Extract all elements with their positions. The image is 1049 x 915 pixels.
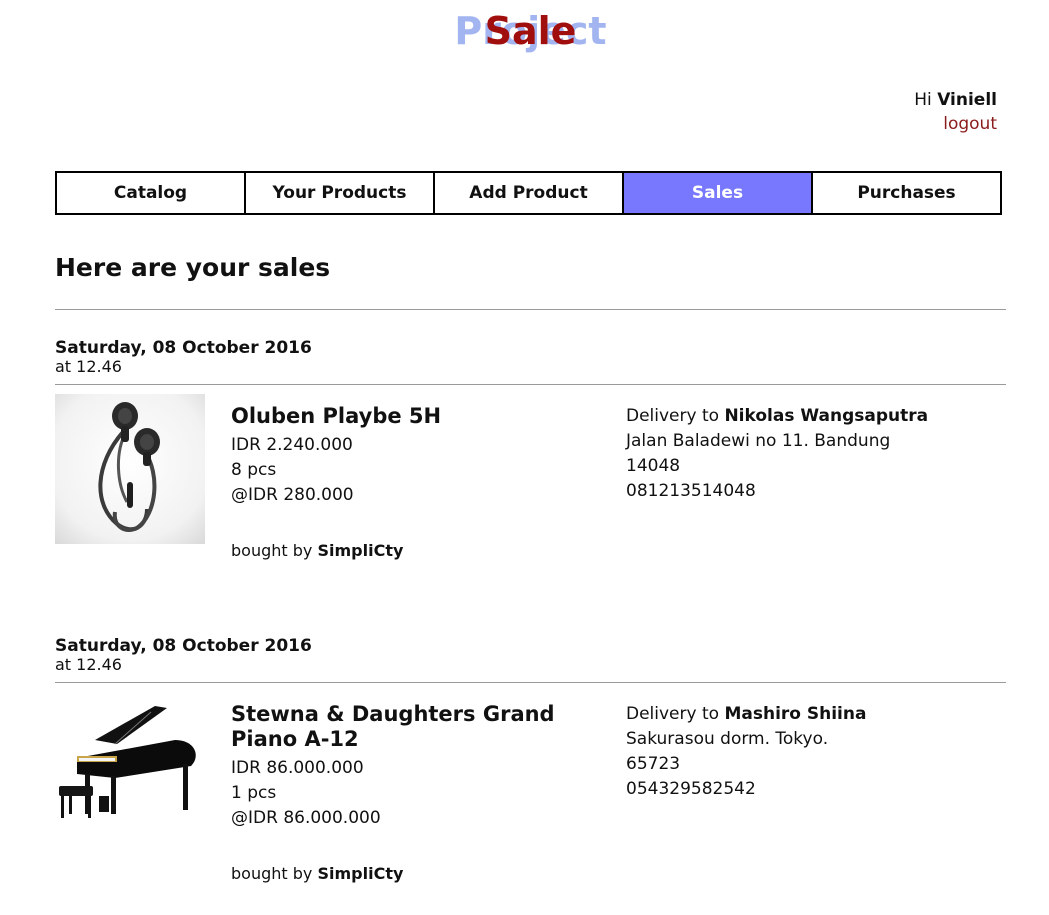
- sale-entry: Saturday, 08 October 2016 at 12.46 Stewn…: [55, 636, 1006, 883]
- logo-sale-text: Sale: [484, 9, 577, 53]
- product-info: Stewna & Daughters Grand Piano A-12 IDR …: [231, 702, 616, 831]
- sale-time: at 12.46: [55, 357, 122, 376]
- product-name[interactable]: Stewna & Daughters Grand Piano A-12: [231, 702, 616, 752]
- sale-entry: Saturday, 08 October 2016 at 12.46 Olube…: [55, 338, 1006, 560]
- nav-tab-purchases[interactable]: Purchases: [813, 173, 1000, 213]
- delivery-postal-code: 14048: [626, 456, 681, 476]
- unit-price: @IDR 86.000.000: [231, 808, 381, 828]
- buyer-name: SimpliCty: [317, 864, 404, 883]
- sale-divider: [55, 384, 1006, 385]
- delivery-info: Delivery to Mashiro Shiina Sakurasou dor…: [626, 702, 1006, 802]
- page-title: Here are your sales: [55, 253, 331, 282]
- delivery-address: Jalan Baladewi no 11. Bandung: [626, 431, 891, 451]
- delivery-recipient-line: Delivery to Mashiro Shiina: [626, 702, 1006, 727]
- delivery-address: Sakurasou dorm. Tokyo.: [626, 729, 829, 749]
- sale-date: Saturday, 08 October 2016: [55, 338, 312, 358]
- delivery-phone: 054329582542: [626, 779, 756, 799]
- nav-tab-add-product[interactable]: Add Product: [435, 173, 624, 213]
- logout-link[interactable]: logout: [943, 113, 997, 135]
- delivery-label: Delivery to: [626, 406, 720, 426]
- delivery-phone: 081213514048: [626, 481, 756, 501]
- product-name[interactable]: Oluben Playbe 5H: [231, 404, 616, 429]
- username: Viniell: [937, 90, 997, 110]
- site-logo[interactable]: Sale Project: [0, 8, 1049, 54]
- delivery-label: Delivery to: [626, 704, 720, 724]
- quantity: 1 pcs: [231, 783, 277, 803]
- sale-divider: [55, 682, 1006, 683]
- total-price: IDR 86.000.000: [231, 758, 364, 778]
- buyer-info: bought by SimpliCty: [231, 863, 403, 885]
- unit-price: @IDR 280.000: [231, 485, 354, 505]
- greeting-prefix: Hi: [914, 90, 932, 110]
- nav-tab-your-products[interactable]: Your Products: [246, 173, 435, 213]
- product-info: Oluben Playbe 5H IDR 2.240.000 8 pcs @ID…: [231, 404, 616, 508]
- grand-piano-icon: [55, 700, 205, 830]
- nav-tab-sales[interactable]: Sales: [624, 173, 813, 213]
- user-greeting: Hi Viniell: [914, 89, 997, 111]
- earphones-image: [55, 394, 205, 544]
- delivery-recipient-line: Delivery to Nikolas Wangsaputra: [626, 404, 1006, 429]
- grand-piano-image: [55, 700, 205, 850]
- earphones-icon: [55, 394, 205, 544]
- title-divider: [55, 309, 1006, 310]
- recipient-name: Mashiro Shiina: [724, 704, 867, 724]
- delivery-postal-code: 65723: [626, 754, 681, 774]
- bought-by-label: bought by: [231, 541, 313, 560]
- quantity: 8 pcs: [231, 460, 277, 480]
- nav-tab-catalog[interactable]: Catalog: [57, 173, 246, 213]
- total-price: IDR 2.240.000: [231, 435, 353, 455]
- bought-by-label: bought by: [231, 864, 313, 883]
- recipient-name: Nikolas Wangsaputra: [724, 406, 929, 426]
- sale-time: at 12.46: [55, 655, 122, 674]
- sale-date: Saturday, 08 October 2016: [55, 636, 312, 656]
- buyer-name: SimpliCty: [317, 541, 404, 560]
- buyer-info: bought by SimpliCty: [231, 540, 403, 562]
- delivery-info: Delivery to Nikolas Wangsaputra Jalan Ba…: [626, 404, 1006, 504]
- main-nav: Catalog Your Products Add Product Sales …: [55, 171, 1002, 215]
